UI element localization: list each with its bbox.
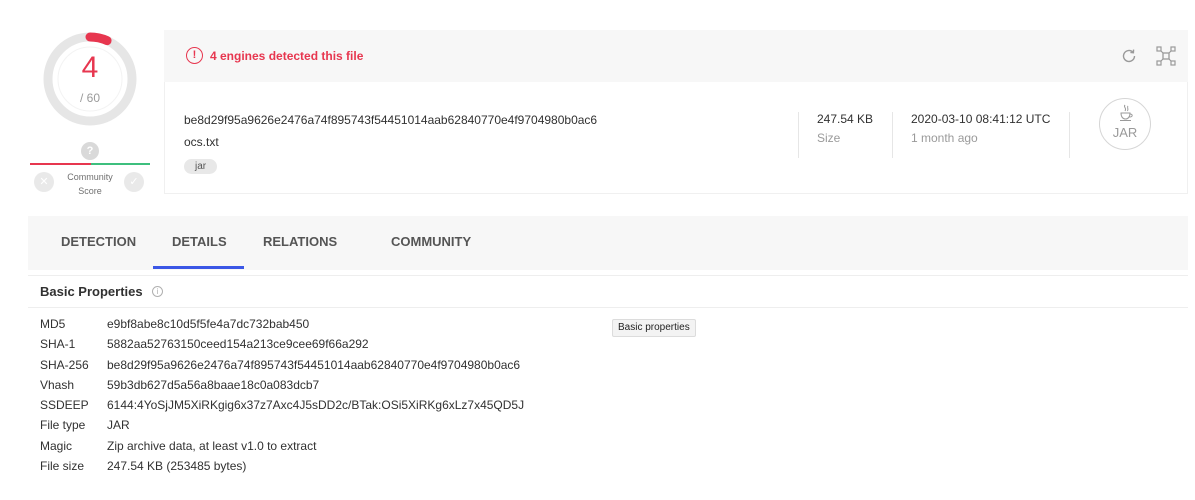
tab-details[interactable]: DETAILS — [172, 234, 227, 249]
property-row: Vhash 59b3db627d5a56a8baae18c0a083dcb7 — [40, 378, 740, 398]
reanalyze-icon[interactable] — [1120, 47, 1138, 65]
file-summary-card: ! 4 engines detected this file be8d29f95… — [164, 30, 1188, 194]
community-score-bar — [30, 163, 150, 165]
divider — [892, 112, 893, 158]
tooltip: Basic properties — [612, 319, 696, 337]
property-key: Magic — [40, 438, 73, 453]
tab-relations[interactable]: RELATIONS — [263, 234, 337, 249]
property-row: File size 247.54 KB (253485 bytes) — [40, 459, 740, 479]
property-key: SHA-1 — [40, 337, 76, 352]
property-value[interactable]: be8d29f95a9626e2476a74f895743f54451014aa… — [107, 358, 520, 372]
property-value: 247.54 KB (253485 bytes) — [107, 459, 247, 474]
divider — [1069, 112, 1070, 158]
file-info: be8d29f95a9626e2476a74f895743f54451014aa… — [164, 82, 1188, 194]
detection-score-widget: 4 / 60 ? ✕ Community Score ✓ — [30, 24, 150, 204]
file-tag[interactable]: jar — [184, 159, 218, 174]
vote-harmful-icon[interactable]: ✕ — [34, 172, 54, 192]
question-icon[interactable]: ? — [81, 142, 99, 160]
property-row: Magic Zip archive data, at least v1.0 to… — [40, 439, 740, 459]
property-value[interactable]: e9bf8abe8c10d5f5fe4a7dc732bab450 — [107, 317, 309, 331]
property-value: JAR — [107, 418, 130, 433]
property-key: SHA-256 — [40, 357, 89, 372]
community-score-label: Community Score — [67, 172, 113, 196]
java-cup-icon — [1120, 104, 1133, 121]
analysis-date: 2020-03-10 08:41:12 UTC — [911, 112, 1051, 126]
engine-total: / 60 — [79, 91, 100, 105]
file-name: ocs.txt — [184, 135, 219, 149]
detection-alert-bar: ! 4 engines detected this file — [164, 30, 1188, 82]
tab-bar: DETECTION DETAILS RELATIONS COMMUNITY — [28, 216, 1188, 270]
section-title: Basic Properties — [40, 284, 143, 299]
property-value[interactable]: 6144:4YoSjJM5XiRKgig6x37z7Axc4J5sDD2c/BT… — [107, 398, 524, 412]
alert-icon: ! — [186, 47, 203, 64]
detection-alert-text: 4 engines detected this file — [210, 49, 364, 63]
tab-community[interactable]: COMMUNITY — [391, 234, 471, 249]
file-hash[interactable]: be8d29f95a9626e2476a74f895743f54451014aa… — [184, 113, 597, 127]
basic-properties-list: MD5 e9bf8abe8c10d5f5fe4a7dc732bab450 SHA… — [40, 317, 740, 479]
divider — [798, 112, 799, 158]
graph-icon[interactable] — [1156, 46, 1176, 66]
file-size-value: 247.54 KB — [817, 112, 874, 126]
property-row: SHA-256 be8d29f95a9626e2476a74f895743f54… — [40, 358, 740, 378]
property-row: SHA-1 5882aa52763150ceed154a213ce9cee69f… — [40, 337, 740, 357]
property-key: File type — [40, 418, 86, 433]
file-type-badge: JAR — [1099, 98, 1151, 150]
property-key: SSDEEP — [40, 398, 89, 413]
active-tab-indicator — [153, 266, 244, 269]
community-score: ? ✕ Community Score ✓ — [30, 136, 150, 206]
file-type-label: JAR — [1112, 125, 1138, 140]
property-row: SSDEEP 6144:4YoSjJM5XiRKgig6x37z7Axc4J5s… — [40, 398, 740, 418]
vote-harmless-icon[interactable]: ✓ — [124, 172, 144, 192]
detection-count: 4 — [81, 51, 99, 84]
property-value: Zip archive data, at least v1.0 to extra… — [107, 438, 317, 453]
property-value[interactable]: 59b3db627d5a56a8baae18c0a083dcb7 — [107, 378, 319, 392]
tab-detection[interactable]: DETECTION — [61, 234, 136, 249]
info-icon[interactable]: i — [152, 286, 163, 297]
analysis-date-relative: 1 month ago — [911, 131, 978, 145]
property-key: MD5 — [40, 317, 66, 331]
divider — [28, 275, 1188, 276]
property-key: Vhash — [40, 377, 75, 392]
file-size-label: Size — [817, 131, 841, 145]
divider — [28, 307, 1188, 308]
property-key: File size — [40, 459, 85, 474]
property-row: File type JAR — [40, 418, 740, 438]
property-value[interactable]: 5882aa52763150ceed154a213ce9cee69f66a292 — [107, 337, 369, 351]
detection-gauge: 4 / 60 — [40, 29, 140, 129]
